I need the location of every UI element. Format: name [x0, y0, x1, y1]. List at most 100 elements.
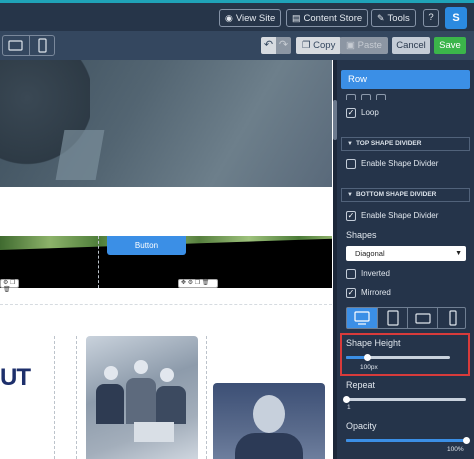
responsive-device-tabs — [346, 307, 466, 329]
mobile-icon — [449, 310, 457, 326]
team-photo — [86, 336, 198, 459]
shapes-label: Shapes — [346, 230, 377, 240]
enable-bottom-divider-label: Enable Shape Divider — [361, 211, 439, 220]
column-divider — [98, 236, 99, 288]
store-icon: ▤ — [292, 13, 301, 23]
person-face — [134, 360, 148, 374]
mobile-button[interactable] — [29, 36, 54, 55]
paste-label: Paste — [357, 40, 382, 51]
hero-image — [0, 60, 332, 187]
top-bar: ◉ View Site ▤ Content Store ✎ Tools ? S — [0, 0, 474, 31]
cancel-button[interactable]: Cancel — [392, 37, 430, 54]
person-face — [160, 368, 174, 382]
highlight-box — [340, 333, 470, 376]
avatar[interactable]: S — [445, 7, 467, 29]
redo-icon: ↷ — [278, 39, 289, 51]
person-body — [96, 384, 124, 424]
inverted-option[interactable]: Inverted — [346, 269, 390, 281]
loop-option[interactable]: ✓ Loop — [346, 108, 379, 120]
enable-top-divider-option[interactable]: Enable Shape Divider — [346, 159, 438, 171]
element-controls-center[interactable]: ✥ ⚙ ❐ 🗑 — [178, 279, 218, 288]
shape-select[interactable]: Diagonal ▼ — [346, 246, 466, 261]
enable-bottom-divider-checkbox[interactable]: ✓ — [346, 211, 356, 221]
section-heading: UT — [0, 364, 31, 391]
content-store-button[interactable]: ▤ Content Store — [286, 9, 369, 27]
mobile-tab[interactable] — [437, 308, 467, 328]
section-divider — [0, 304, 332, 305]
opacity-slider-fill — [346, 439, 466, 442]
chevron-down-icon: ▼ — [455, 250, 462, 257]
page-builder-app: ◉ View Site ▤ Content Store ✎ Tools ? S ↶ — [0, 0, 474, 459]
repeat-slider-track[interactable] — [346, 398, 466, 401]
top-divider-title: TOP SHAPE DIVIDER — [355, 140, 422, 147]
device-preview-group — [2, 35, 55, 56]
column-guide-2 — [76, 336, 77, 459]
tablet-tab[interactable] — [377, 308, 407, 328]
enable-top-divider-checkbox[interactable] — [346, 159, 356, 169]
partial-controls — [346, 94, 391, 100]
desktop-icon — [354, 311, 370, 325]
content-store-label: Content Store — [303, 13, 363, 24]
tablet-icon — [387, 310, 399, 326]
column-guide-1 — [54, 336, 55, 459]
loop-label: Loop — [361, 108, 379, 117]
mirrored-checkbox[interactable]: ✓ — [346, 288, 356, 298]
tools-label: Tools — [387, 13, 410, 24]
laptop — [134, 422, 174, 442]
enable-bottom-divider-option[interactable]: ✓ Enable Shape Divider — [346, 211, 438, 223]
cancel-label: Cancel — [396, 40, 426, 51]
mirrored-option[interactable]: ✓ Mirrored — [346, 288, 391, 300]
undo-button[interactable]: ↶ — [261, 37, 276, 54]
view-site-button[interactable]: ◉ View Site — [219, 9, 282, 27]
tablet-landscape-tab[interactable] — [407, 308, 437, 328]
opacity-slider-thumb[interactable] — [463, 437, 470, 444]
copy-icon: ❐ — [302, 40, 314, 51]
bottom-shape-divider-header[interactable]: ▼ BOTTOM SHAPE DIVIDER — [341, 188, 470, 202]
portrait-photo — [213, 383, 325, 459]
mobile-icon — [38, 38, 47, 53]
redo-button[interactable]: ↷ — [276, 37, 291, 54]
page-canvas[interactable]: Button ⚙ ❐ 🗑 ✥ ⚙ ❐ 🗑 UT — [0, 60, 332, 459]
editor-toolbar: ↶ ↷ ❐ Copy ▣ Paste Cancel Save — [0, 31, 474, 60]
inverted-checkbox[interactable] — [346, 269, 356, 279]
enable-top-divider-label: Enable Shape Divider — [361, 159, 439, 168]
partial-checkbox — [361, 94, 371, 100]
top-shape-divider-header[interactable]: ▼ TOP SHAPE DIVIDER — [341, 137, 470, 151]
row-header-button[interactable]: Row — [341, 70, 470, 89]
caret-down-icon: ▼ — [347, 141, 353, 147]
help-label: ? — [428, 12, 434, 23]
shape-select-value: Diagonal — [355, 249, 385, 258]
desktop-tab[interactable] — [347, 308, 377, 328]
save-button[interactable]: Save — [434, 37, 466, 54]
tablet-landscape-button[interactable] — [3, 36, 28, 55]
eye-icon: ◉ — [225, 13, 233, 23]
view-site-label: View Site — [235, 13, 276, 24]
loop-checkbox[interactable]: ✓ — [346, 108, 356, 118]
help-button[interactable]: ? — [423, 9, 439, 27]
person-body — [156, 386, 186, 424]
tablet-landscape-icon — [8, 40, 23, 51]
opacity-label: Opacity — [346, 421, 377, 431]
repeat-label: Repeat — [346, 380, 376, 390]
canvas-button-label: Button — [134, 241, 159, 250]
copy-button[interactable]: ❐ Copy — [296, 37, 342, 54]
opacity-value: 100% — [447, 446, 464, 453]
inverted-label: Inverted — [361, 269, 390, 278]
save-label: Save — [439, 40, 461, 51]
element-controls-left[interactable]: ⚙ ❐ 🗑 — [0, 279, 19, 293]
repeat-slider-thumb[interactable] — [343, 396, 350, 403]
paste-icon: ▣ — [346, 40, 358, 51]
tools-button[interactable]: ✎ Tools — [371, 9, 416, 27]
partial-checkbox — [376, 94, 386, 100]
hero-object — [55, 130, 105, 180]
column-guide-3 — [206, 336, 207, 459]
person-face — [104, 366, 118, 380]
tablet-landscape-icon — [415, 313, 431, 324]
panel-scroll-thumb[interactable] — [333, 100, 337, 140]
partial-checkbox — [346, 94, 356, 100]
canvas-button[interactable]: Button — [107, 236, 186, 255]
paste-button[interactable]: ▣ Paste — [340, 37, 388, 54]
caret-down-icon: ▼ — [347, 192, 353, 198]
undo-icon: ↶ — [263, 39, 274, 51]
mirrored-label: Mirrored — [361, 288, 391, 297]
